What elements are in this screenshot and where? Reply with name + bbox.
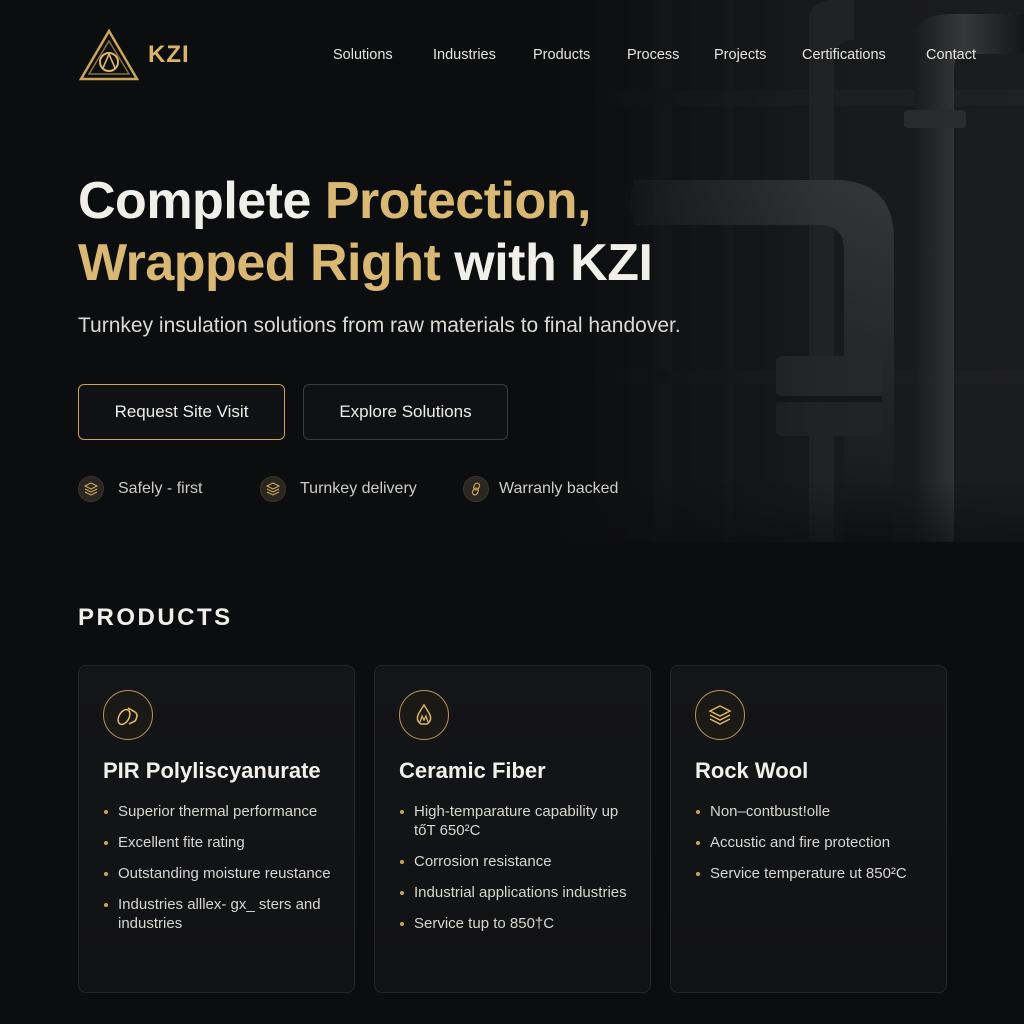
- product-card-ceramic[interactable]: Ceramic Fiber High-temparature capabilit…: [374, 665, 651, 993]
- headline-part-2: Protection,: [324, 172, 592, 230]
- brand-name: KZI: [148, 41, 190, 68]
- feature-item: Service tup to 850†C: [399, 914, 639, 933]
- feature-item: Non–contbust!olle: [695, 802, 935, 821]
- feature-item: Service temperature ut 850²C: [695, 864, 935, 883]
- headline-part-1: Complete: [78, 172, 325, 230]
- triangle-emblem-icon: [78, 28, 140, 81]
- feature-list: High-temparature capability up tőT 650²C…: [399, 802, 639, 945]
- nav-products[interactable]: Products: [533, 47, 590, 63]
- feature-item: Superior thermal performance: [103, 802, 343, 821]
- nav-solutions[interactable]: Solutions: [333, 47, 393, 63]
- layers-icon: [260, 476, 286, 502]
- nav-contact[interactable]: Contact: [926, 47, 976, 63]
- products-title: PRODUCTS: [78, 604, 233, 631]
- badge-warranty: Warranly backed: [463, 476, 618, 502]
- feature-item: Corrosion resistance: [399, 852, 639, 871]
- feature-item: Industrial applications industries: [399, 883, 639, 902]
- badge-label: Warranly backed: [499, 480, 619, 497]
- feature-item: High-temparature capability up tőT 650²C: [399, 802, 639, 840]
- feature-item: Industries alllex- gx_ sters and industr…: [103, 895, 343, 933]
- badge-label: Turnkey delivery: [300, 480, 417, 497]
- badge-turnkey: Turnkey delivery: [260, 476, 417, 502]
- brand-logo[interactable]: KZI: [78, 28, 190, 82]
- request-site-visit-button[interactable]: Request Site Visit: [78, 384, 285, 440]
- nav-industries[interactable]: Industries: [433, 47, 496, 63]
- link-icon: [463, 476, 489, 502]
- nav-projects[interactable]: Projects: [714, 47, 766, 63]
- hero-subtitle: Turnkey insulation solutions from raw ma…: [78, 314, 681, 337]
- feature-item: Accustic and fire protection: [695, 833, 935, 852]
- explore-solutions-button[interactable]: Explore Solutions: [303, 384, 508, 440]
- product-title: Rock Wool: [695, 758, 809, 783]
- nav-certifications[interactable]: Certifications: [802, 47, 886, 63]
- feature-list: Non–contbust!olle Accustic and fire prot…: [695, 802, 935, 895]
- layers-icon: [78, 476, 104, 502]
- product-title: Ceramic Fiber: [399, 758, 546, 783]
- badge-label: Safely - first: [118, 480, 203, 497]
- layers-icon: [695, 690, 745, 740]
- feature-list: Superior thermal performance Excellent f…: [103, 802, 343, 945]
- headline-part-4: with KZI: [440, 234, 653, 292]
- headline-part-3: Wrapped Right: [78, 234, 441, 292]
- flame-icon: [399, 690, 449, 740]
- feature-item: Excellent fite rating: [103, 833, 343, 852]
- badge-safety: Safely - first: [78, 476, 202, 502]
- product-card-rockwool[interactable]: Rock Wool Non–contbust!olle Accustic and…: [670, 665, 947, 993]
- hero-headline: Complete Protection, Wrapped Right with …: [78, 170, 653, 294]
- product-card-pir[interactable]: PIR Polyliscyanurate Superior thermal pe…: [78, 665, 355, 993]
- feature-item: Outstanding moisture reustance: [103, 864, 343, 883]
- pipe-roll-icon: [103, 690, 153, 740]
- nav-process[interactable]: Process: [627, 47, 679, 63]
- product-title: PIR Polyliscyanurate: [103, 758, 321, 783]
